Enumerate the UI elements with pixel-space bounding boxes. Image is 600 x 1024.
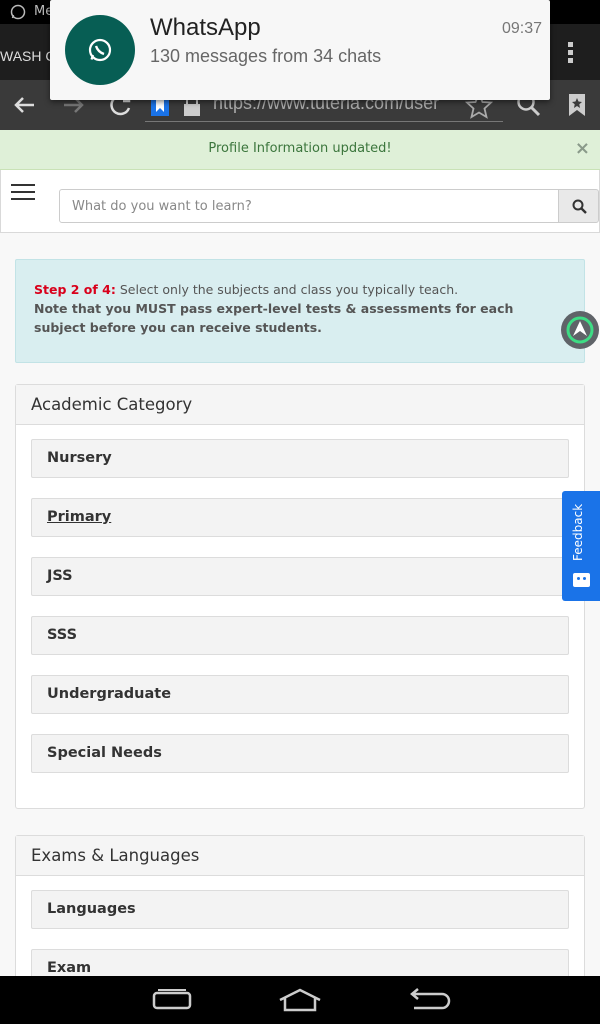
search-field[interactable] [59, 189, 559, 223]
feedback-tab[interactable]: Feedback [562, 491, 600, 601]
back-icon[interactable] [10, 90, 40, 120]
success-alert: Profile Information updated! × [0, 130, 600, 170]
back-icon[interactable] [406, 986, 452, 1012]
category-item-exam[interactable]: Exam [31, 949, 569, 976]
category-item-special-needs[interactable]: Special Needs [31, 734, 569, 773]
notification-time: 09:37 [501, 20, 542, 37]
step-label: Step 2 of 4: [34, 282, 116, 297]
step-text: Select only the subjects and class you t… [115, 282, 459, 297]
notification-message: 130 messages from 34 chats [150, 46, 382, 66]
category-item-jss[interactable]: JSS [31, 557, 569, 596]
academic-category-panel: Academic Category Nursery Primary JSS SS… [15, 384, 585, 809]
feedback-label: Feedback [571, 503, 585, 561]
bookmarks-icon[interactable] [562, 90, 592, 120]
exams-languages-panel: Exams & Languages Languages Exam [15, 835, 585, 976]
home-icon[interactable] [276, 986, 324, 1014]
panel-title: Academic Category [16, 385, 584, 425]
category-item-sss[interactable]: SSS [31, 616, 569, 655]
category-item-languages[interactable]: Languages [31, 890, 569, 929]
alert-message: Profile Information updated! [208, 141, 392, 156]
whatsapp-icon [65, 15, 135, 85]
hamburger-menu-icon[interactable] [11, 184, 35, 202]
close-icon[interactable]: × [575, 130, 590, 168]
whatsapp-notification[interactable]: WhatsApp 130 messages from 34 chats 09:3… [50, 0, 550, 100]
search-input[interactable] [60, 190, 558, 222]
step-info-box: Step 2 of 4: Select only the subjects an… [15, 259, 585, 363]
main-content: Step 2 of 4: Select only the subjects an… [0, 233, 600, 976]
category-item-undergraduate[interactable]: Undergraduate [31, 675, 569, 714]
category-item-primary[interactable]: Primary [31, 498, 569, 537]
notification-app-name: WhatsApp [150, 14, 261, 41]
recent-apps-icon[interactable] [150, 986, 194, 1012]
floating-sync-icon[interactable] [560, 310, 600, 350]
step-note: Note that you MUST pass expert-level tes… [34, 301, 514, 335]
panel-title: Exams & Languages [16, 836, 584, 876]
search-button[interactable] [558, 189, 599, 223]
whatsapp-icon [10, 4, 26, 20]
feedback-icon [573, 573, 590, 587]
category-item-nursery[interactable]: Nursery [31, 439, 569, 478]
browser-tab-title[interactable]: WASH C [0, 48, 55, 64]
android-nav-bar [0, 976, 600, 1024]
search-icon [572, 199, 587, 214]
site-header [0, 170, 600, 233]
overflow-menu-icon[interactable] [568, 42, 574, 64]
